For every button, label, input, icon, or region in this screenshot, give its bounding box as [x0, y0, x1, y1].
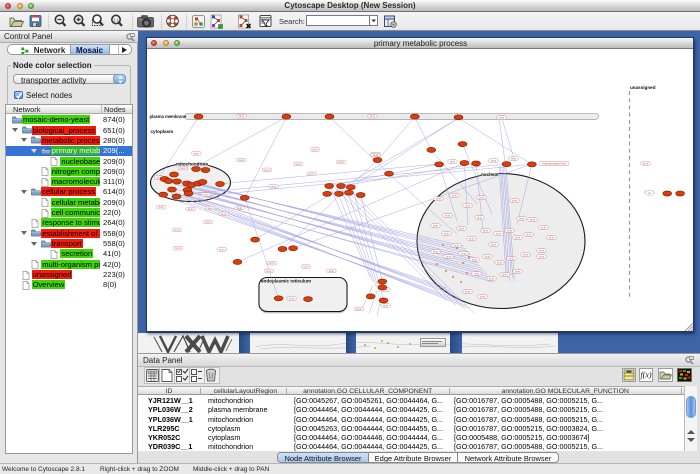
- svg-text:tx-m: tx-m: [328, 268, 333, 272]
- svg-text:tx-m: tx-m: [464, 203, 469, 207]
- svg-text:mitochondrion: mitochondrion: [176, 161, 208, 166]
- svg-text:tx-m: tx-m: [458, 226, 463, 230]
- svg-text:tx-m: tx-m: [540, 225, 545, 229]
- svg-text:tx-m: tx-m: [538, 248, 543, 252]
- svg-text:tx-m: tx-m: [338, 160, 343, 164]
- svg-text:tx-m: tx-m: [158, 205, 163, 209]
- svg-text:tx-m: tx-m: [522, 252, 527, 256]
- svg-text:tx-m: tx-m: [518, 216, 523, 220]
- svg-text:tx-m: tx-m: [529, 217, 534, 221]
- svg-text:Search:: Search:: [279, 17, 305, 26]
- svg-text:tx-m: tx-m: [372, 153, 377, 157]
- svg-text:tx-m: tx-m: [490, 242, 495, 246]
- svg-text:tx-m: tx-m: [482, 228, 487, 232]
- svg-text:tx-m: tx-m: [514, 235, 519, 239]
- svg-text:tx-m: tx-m: [479, 294, 484, 298]
- svg-text:tx-m: tx-m: [432, 223, 437, 227]
- svg-text:tx-m: tx-m: [464, 289, 469, 293]
- svg-text:tx-m: tx-m: [203, 192, 208, 196]
- svg-text:tx-m: tx-m: [219, 247, 224, 251]
- svg-text:tx-m: tx-m: [264, 167, 269, 171]
- svg-text:tx-m: tx-m: [495, 231, 500, 235]
- svg-text:nucleus: nucleus: [481, 172, 499, 177]
- svg-text:tx-m: tx-m: [496, 260, 501, 264]
- svg-text:tx-m: tx-m: [548, 235, 553, 239]
- svg-text:tx-m: tx-m: [369, 114, 374, 118]
- svg-text:1:1: 1:1: [113, 17, 120, 22]
- svg-text:tx-m: tx-m: [476, 215, 481, 219]
- svg-text:tx-m: tx-m: [488, 276, 493, 280]
- svg-text:tx-m: tx-m: [445, 254, 450, 258]
- svg-text:tx-m: tx-m: [514, 269, 519, 273]
- svg-text:tx-m: tx-m: [435, 196, 440, 200]
- svg-text:tx-m: tx-m: [236, 205, 241, 209]
- svg-text:unassigned: unassigned: [630, 85, 656, 90]
- svg-text:tx-m: tx-m: [295, 161, 300, 165]
- svg-text:tx-m: tx-m: [642, 161, 647, 165]
- svg-text:f(x): f(x): [640, 371, 651, 380]
- svg-text:tx-m: tx-m: [471, 257, 476, 261]
- svg-text:tx-m: tx-m: [312, 147, 317, 151]
- svg-text:tx-m: tx-m: [432, 249, 437, 253]
- svg-text:tx-m: tx-m: [180, 166, 185, 170]
- svg-text:tx-m: tx-m: [266, 268, 271, 272]
- svg-text:tx-m: tx-m: [478, 195, 483, 199]
- svg-text:endoplasmic reticulum: endoplasmic reticulum: [261, 278, 311, 283]
- svg-text:tx-m: tx-m: [187, 207, 192, 211]
- svg-text:tx-m: tx-m: [382, 303, 387, 307]
- svg-text:tx-m: tx-m: [270, 184, 275, 188]
- svg-text:tx-m: tx-m: [506, 228, 511, 232]
- svg-text:tx-m: tx-m: [174, 227, 179, 231]
- svg-text:tx-m: tx-m: [501, 272, 506, 276]
- svg-text:tx-m: tx-m: [498, 115, 503, 119]
- svg-text:tx-m: tx-m: [238, 114, 243, 118]
- svg-text:tx-m: tx-m: [525, 232, 530, 236]
- svg-text:tx-m: tx-m: [538, 254, 543, 258]
- svg-text:tx-m: tx-m: [451, 193, 456, 197]
- svg-text:tx-m: tx-m: [460, 251, 465, 255]
- svg-text:tx-m: tx-m: [356, 306, 361, 310]
- svg-text:tx-m: tx-m: [269, 261, 274, 265]
- svg-text:tx-m: tx-m: [238, 158, 243, 162]
- svg-text:tx-m: tx-m: [508, 256, 513, 260]
- svg-text:tx-m: tx-m: [193, 151, 198, 155]
- svg-text:tx-m: tx-m: [175, 246, 180, 250]
- svg-text:tx-m: tx-m: [511, 198, 516, 202]
- svg-text:tx-m: tx-m: [205, 220, 210, 224]
- svg-text:mitochondrion-rel: mitochondrion-rel: [542, 161, 566, 165]
- svg-text:tx-m: tx-m: [449, 159, 454, 163]
- svg-text:tx-m: tx-m: [484, 254, 489, 258]
- svg-text:tx-m: tx-m: [453, 243, 458, 247]
- svg-text:tx-m: tx-m: [288, 296, 293, 300]
- svg-text:plasma membrane: plasma membrane: [149, 114, 186, 119]
- svg-text:tx-m: tx-m: [510, 156, 515, 160]
- svg-text:tx-m: tx-m: [468, 236, 473, 240]
- svg-text:tx-m: tx-m: [443, 231, 448, 235]
- svg-text:cytoplasm: cytoplasm: [150, 129, 173, 134]
- svg-text:tx-m: tx-m: [207, 205, 212, 209]
- svg-text:tx-m: tx-m: [444, 213, 449, 217]
- svg-text:tx-m: tx-m: [490, 158, 495, 162]
- svg-text:tx-m: tx-m: [309, 171, 314, 175]
- svg-text:tx-m: tx-m: [221, 211, 226, 215]
- svg-text:tx-m: tx-m: [303, 264, 308, 268]
- svg-text:tx-m: tx-m: [473, 271, 478, 275]
